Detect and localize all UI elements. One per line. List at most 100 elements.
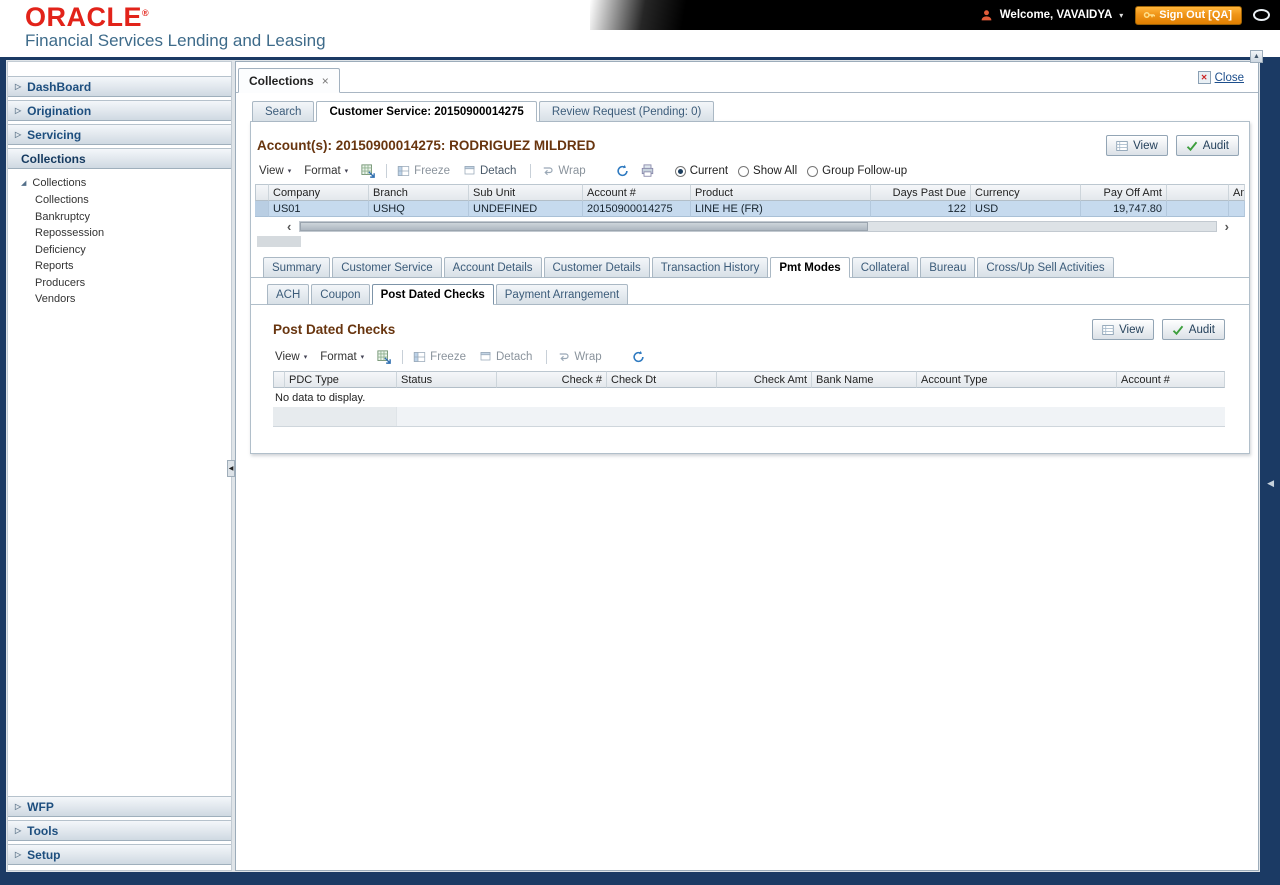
column-header-bank-name[interactable]: Bank Name [812,371,917,388]
column-header-days-past-due[interactable]: Days Past Due [871,184,971,201]
pdc-section-header: Post Dated Checks View Audit [273,315,1225,347]
welcome-menu-caret-icon[interactable]: ▾ [1119,11,1123,20]
column-header-account[interactable]: Account # [583,184,691,201]
column-header-check-dt[interactable]: Check Dt [607,371,717,388]
tree-item-bankruptcy[interactable]: Bankruptcy [21,209,231,226]
pdc-format-menu[interactable]: Format ▾ [320,351,364,363]
account-audit-button[interactable]: Audit [1175,135,1239,156]
view-menu[interactable]: View ▾ [259,165,291,177]
panel-collapse-handle[interactable]: ◀ [1267,478,1274,489]
radio-group-follow-up[interactable]: Group Follow-up [807,165,907,177]
workspace-tab-collections[interactable]: Collections × [238,68,340,93]
tree-item-producers[interactable]: Producers [21,275,231,292]
tab-customer-service-detail[interactable]: Customer Service [332,257,442,278]
sidebar-section-dashboard[interactable]: ▷ DashBoard [8,76,231,97]
tab-pmt-modes[interactable]: Pmt Modes [770,257,850,278]
horizontal-scrollbar[interactable]: ‹ › [281,220,1235,233]
tab-collateral[interactable]: Collateral [851,257,919,278]
radio-current[interactable]: Current [674,165,728,177]
cell-sub-unit[interactable]: UNDEFINED [469,201,583,217]
scrollbar-track[interactable] [299,221,1217,232]
cell-pay-off-amt[interactable]: 19,747.80 [1081,201,1167,217]
refresh-icon[interactable] [631,350,646,364]
column-header-product[interactable]: Product [691,184,871,201]
wrap-button[interactable]: Wrap [541,165,586,177]
tab-summary[interactable]: Summary [263,257,331,278]
scroll-left-icon[interactable]: ‹ [281,220,297,233]
cell-days-past-due[interactable]: 122 [871,201,971,217]
tab-customer-details[interactable]: Customer Details [543,257,650,278]
cell-product[interactable]: LINE HE (FR) [691,201,871,217]
scroll-right-icon[interactable]: › [1219,220,1235,233]
cell-amt-clipped[interactable] [1229,201,1245,217]
subtab-payment-arrangement[interactable]: Payment Arrangement [495,284,629,305]
column-header-check-number[interactable]: Check # [497,371,607,388]
sidebar-section-collections[interactable]: Collections [8,148,231,169]
subtab-ach[interactable]: ACH [267,284,310,305]
pdc-view-menu[interactable]: View ▾ [275,351,307,363]
column-header-currency[interactable]: Currency [971,184,1081,201]
audit-button-label: Audit [1188,323,1215,336]
tab-label: Customer Service: 20150900014275 [329,105,524,118]
pdc-audit-button[interactable]: Audit [1161,319,1225,340]
sidebar-section-servicing[interactable]: ▷ Servicing [8,124,231,145]
cell-company[interactable]: US01 [269,201,369,217]
sidebar-section-origination[interactable]: ▷ Origination [8,100,231,121]
freeze-button[interactable]: Freeze [397,165,450,177]
radio-show-all[interactable]: Show All [738,165,797,177]
sidebar-section-wfp[interactable]: ▷ WFP [8,796,231,817]
tab-transaction-history[interactable]: Transaction History [651,257,769,278]
export-to-excel-icon[interactable] [377,350,391,364]
export-to-excel-icon[interactable] [361,164,375,178]
cell-blank[interactable] [1167,201,1229,217]
row-selector-cell[interactable] [255,201,269,217]
column-header-branch[interactable]: Branch [369,184,469,201]
print-icon[interactable] [640,164,655,178]
tree-item-deficiency[interactable]: Deficiency [21,242,231,259]
close-link[interactable]: ✕ Close [1197,71,1244,84]
sidebar-section-setup[interactable]: ▷ Setup [8,844,231,865]
tab-bureau[interactable]: Bureau [920,257,976,278]
column-header-account-number[interactable]: Account # [1117,371,1225,388]
session-indicator-icon [1253,9,1270,21]
subtab-post-dated-checks[interactable]: Post Dated Checks [371,284,494,305]
tree-item-repossession[interactable]: Repossession [21,225,231,242]
column-header-sub-unit[interactable]: Sub Unit [469,184,583,201]
detach-button[interactable]: Detach [463,165,516,177]
refresh-icon[interactable] [615,164,630,178]
pdc-freeze-button[interactable]: Freeze [413,351,466,363]
account-view-button[interactable]: View [1106,135,1168,156]
sign-out-button[interactable]: Sign Out [QA] [1135,5,1242,25]
sidebar-collapse-handle[interactable]: ◀ [227,460,235,477]
column-header-status[interactable]: Status [397,371,497,388]
tab-review-request[interactable]: Review Request (Pending: 0) [538,101,715,122]
tree-item-collections[interactable]: Collections [21,192,231,209]
cell-branch[interactable]: USHQ [369,201,469,217]
tree-root-collections[interactable]: ◢ Collections [21,177,231,189]
column-header-account-type[interactable]: Account Type [917,371,1117,388]
subtab-coupon[interactable]: Coupon [311,284,370,305]
tab-search[interactable]: Search [252,101,315,122]
tab-customer-service[interactable]: Customer Service: 20150900014275 [316,101,537,122]
column-header-pdc-type[interactable]: PDC Type [285,371,397,388]
format-menu[interactable]: Format ▾ [304,165,348,177]
tree-expanded-icon[interactable]: ◢ [21,179,26,187]
tree-item-vendors[interactable]: Vendors [21,291,231,308]
pdc-detach-button[interactable]: Detach [479,351,532,363]
cell-account[interactable]: 20150900014275 [583,201,691,217]
close-tab-icon[interactable]: × [322,74,329,88]
column-header-amt-clipped[interactable]: Am [1229,184,1245,201]
pdc-view-button[interactable]: View [1092,319,1154,340]
scrollbar-thumb[interactable] [300,222,868,231]
column-header-pay-off-amt[interactable]: Pay Off Amt [1081,184,1167,201]
tab-cross-up-sell-activities[interactable]: Cross/Up Sell Activities [977,257,1114,278]
workspace-tabbar: Collections × ✕ Close [236,62,1258,93]
pdc-wrap-button[interactable]: Wrap [557,351,602,363]
sidebar-section-tools[interactable]: ▷ Tools [8,820,231,841]
tree-item-reports[interactable]: Reports [21,258,231,275]
tab-account-details[interactable]: Account Details [443,257,542,278]
cell-currency[interactable]: USD [971,201,1081,217]
scroll-up-button[interactable]: ▲ [1250,50,1263,63]
column-header-company[interactable]: Company [269,184,369,201]
column-header-check-amt[interactable]: Check Amt [717,371,812,388]
